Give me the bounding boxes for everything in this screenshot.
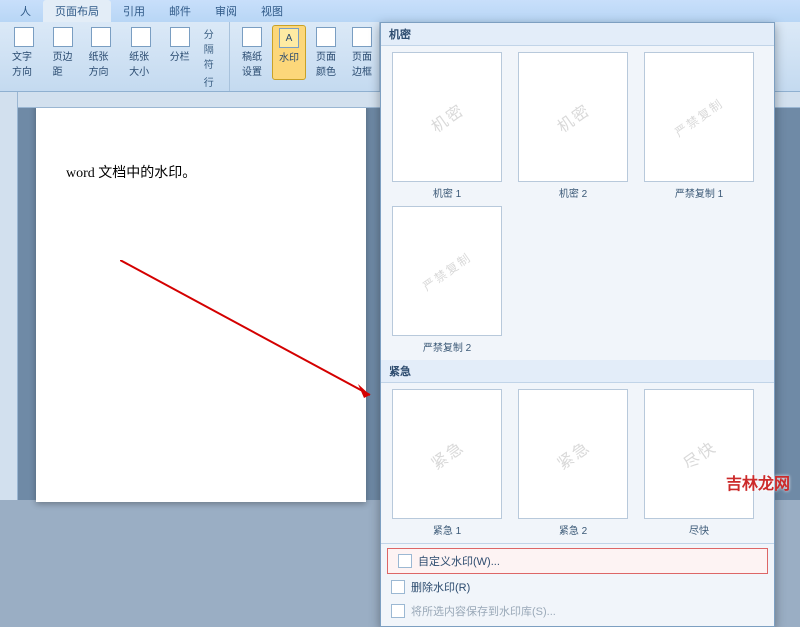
group-page-setup: 文字方向 页边距 纸张方向 纸张大小 分栏 分隔符 行号 断字 页面设置 <box>0 22 230 91</box>
watermark-item-confidential-1[interactable]: 机密机密 1 <box>387 52 507 200</box>
page-color-icon <box>316 27 336 47</box>
document-page[interactable]: word 文档中的水印。 <box>36 102 366 502</box>
watermark-item-nocopy-2[interactable]: 严禁复制严禁复制 2 <box>387 206 507 354</box>
page-color-button[interactable]: 页面颜色 <box>310 25 342 80</box>
orientation-icon <box>91 27 111 47</box>
custom-watermark-icon <box>398 554 412 568</box>
save-gallery-icon <box>391 604 405 618</box>
tab-mailings[interactable]: 邮件 <box>157 0 203 22</box>
sheet-settings-button[interactable]: 稿纸设置 <box>236 25 268 80</box>
columns-icon <box>170 27 190 47</box>
size-icon <box>131 27 151 47</box>
remove-watermark-icon <box>391 580 405 594</box>
watermark-item-confidential-2[interactable]: 机密机密 2 <box>513 52 633 200</box>
tab-view[interactable]: 视图 <box>249 0 295 22</box>
breaks-button[interactable]: 分隔符 <box>200 25 223 72</box>
watermark-item-asap[interactable]: 尽快尽快 <box>639 389 759 537</box>
watermark-dropdown-panel: 机密 机密机密 1 机密机密 2 严禁复制严禁复制 1 严禁复制严禁复制 2 紧… <box>380 22 775 627</box>
watermark-grid-confidential: 机密机密 1 机密机密 2 严禁复制严禁复制 1 严禁复制严禁复制 2 <box>381 46 774 360</box>
tab-references[interactable]: 引用 <box>111 0 157 22</box>
section-urgent-header: 紧急 <box>381 360 774 383</box>
save-to-gallery-menu-item: 将所选内容保存到水印库(S)... <box>381 599 774 623</box>
custom-watermark-menu-item[interactable]: 自定义水印(W)... <box>387 548 768 574</box>
ruler-vertical[interactable] <box>0 92 18 500</box>
watermark-button[interactable]: A水印 <box>272 25 306 80</box>
sheet-icon <box>242 27 262 47</box>
watermark-item-nocopy-1[interactable]: 严禁复制严禁复制 1 <box>639 52 759 200</box>
tab-insert[interactable]: 人 <box>8 0 43 22</box>
watermark-panel-footer: 自定义水印(W)... 删除水印(R) 将所选内容保存到水印库(S)... <box>381 543 774 626</box>
page-border-button[interactable]: 页面边框 <box>346 25 378 80</box>
tab-review[interactable]: 审阅 <box>203 0 249 22</box>
site-watermark-logo: 吉林龙网 <box>726 470 790 494</box>
watermark-item-urgent-1[interactable]: 紧急紧急 1 <box>387 389 507 537</box>
tab-page-layout[interactable]: 页面布局 <box>43 0 111 22</box>
remove-watermark-menu-item[interactable]: 删除水印(R) <box>381 575 774 599</box>
watermark-icon: A <box>279 28 299 48</box>
text-direction-icon <box>14 27 34 47</box>
page-border-icon <box>352 27 372 47</box>
watermark-grid-urgent: 紧急紧急 1 紧急紧急 2 尽快尽快 <box>381 383 774 543</box>
group-page-background: 稿纸设置 A水印 页面颜色 页面边框 <box>230 22 380 91</box>
document-text[interactable]: word 文档中的水印。 <box>66 162 336 182</box>
margins-icon <box>53 27 73 47</box>
ribbon-tabs: 人 页面布局 引用 邮件 审阅 视图 <box>0 0 800 22</box>
watermark-item-urgent-2[interactable]: 紧急紧急 2 <box>513 389 633 537</box>
section-confidential-header: 机密 <box>381 23 774 46</box>
